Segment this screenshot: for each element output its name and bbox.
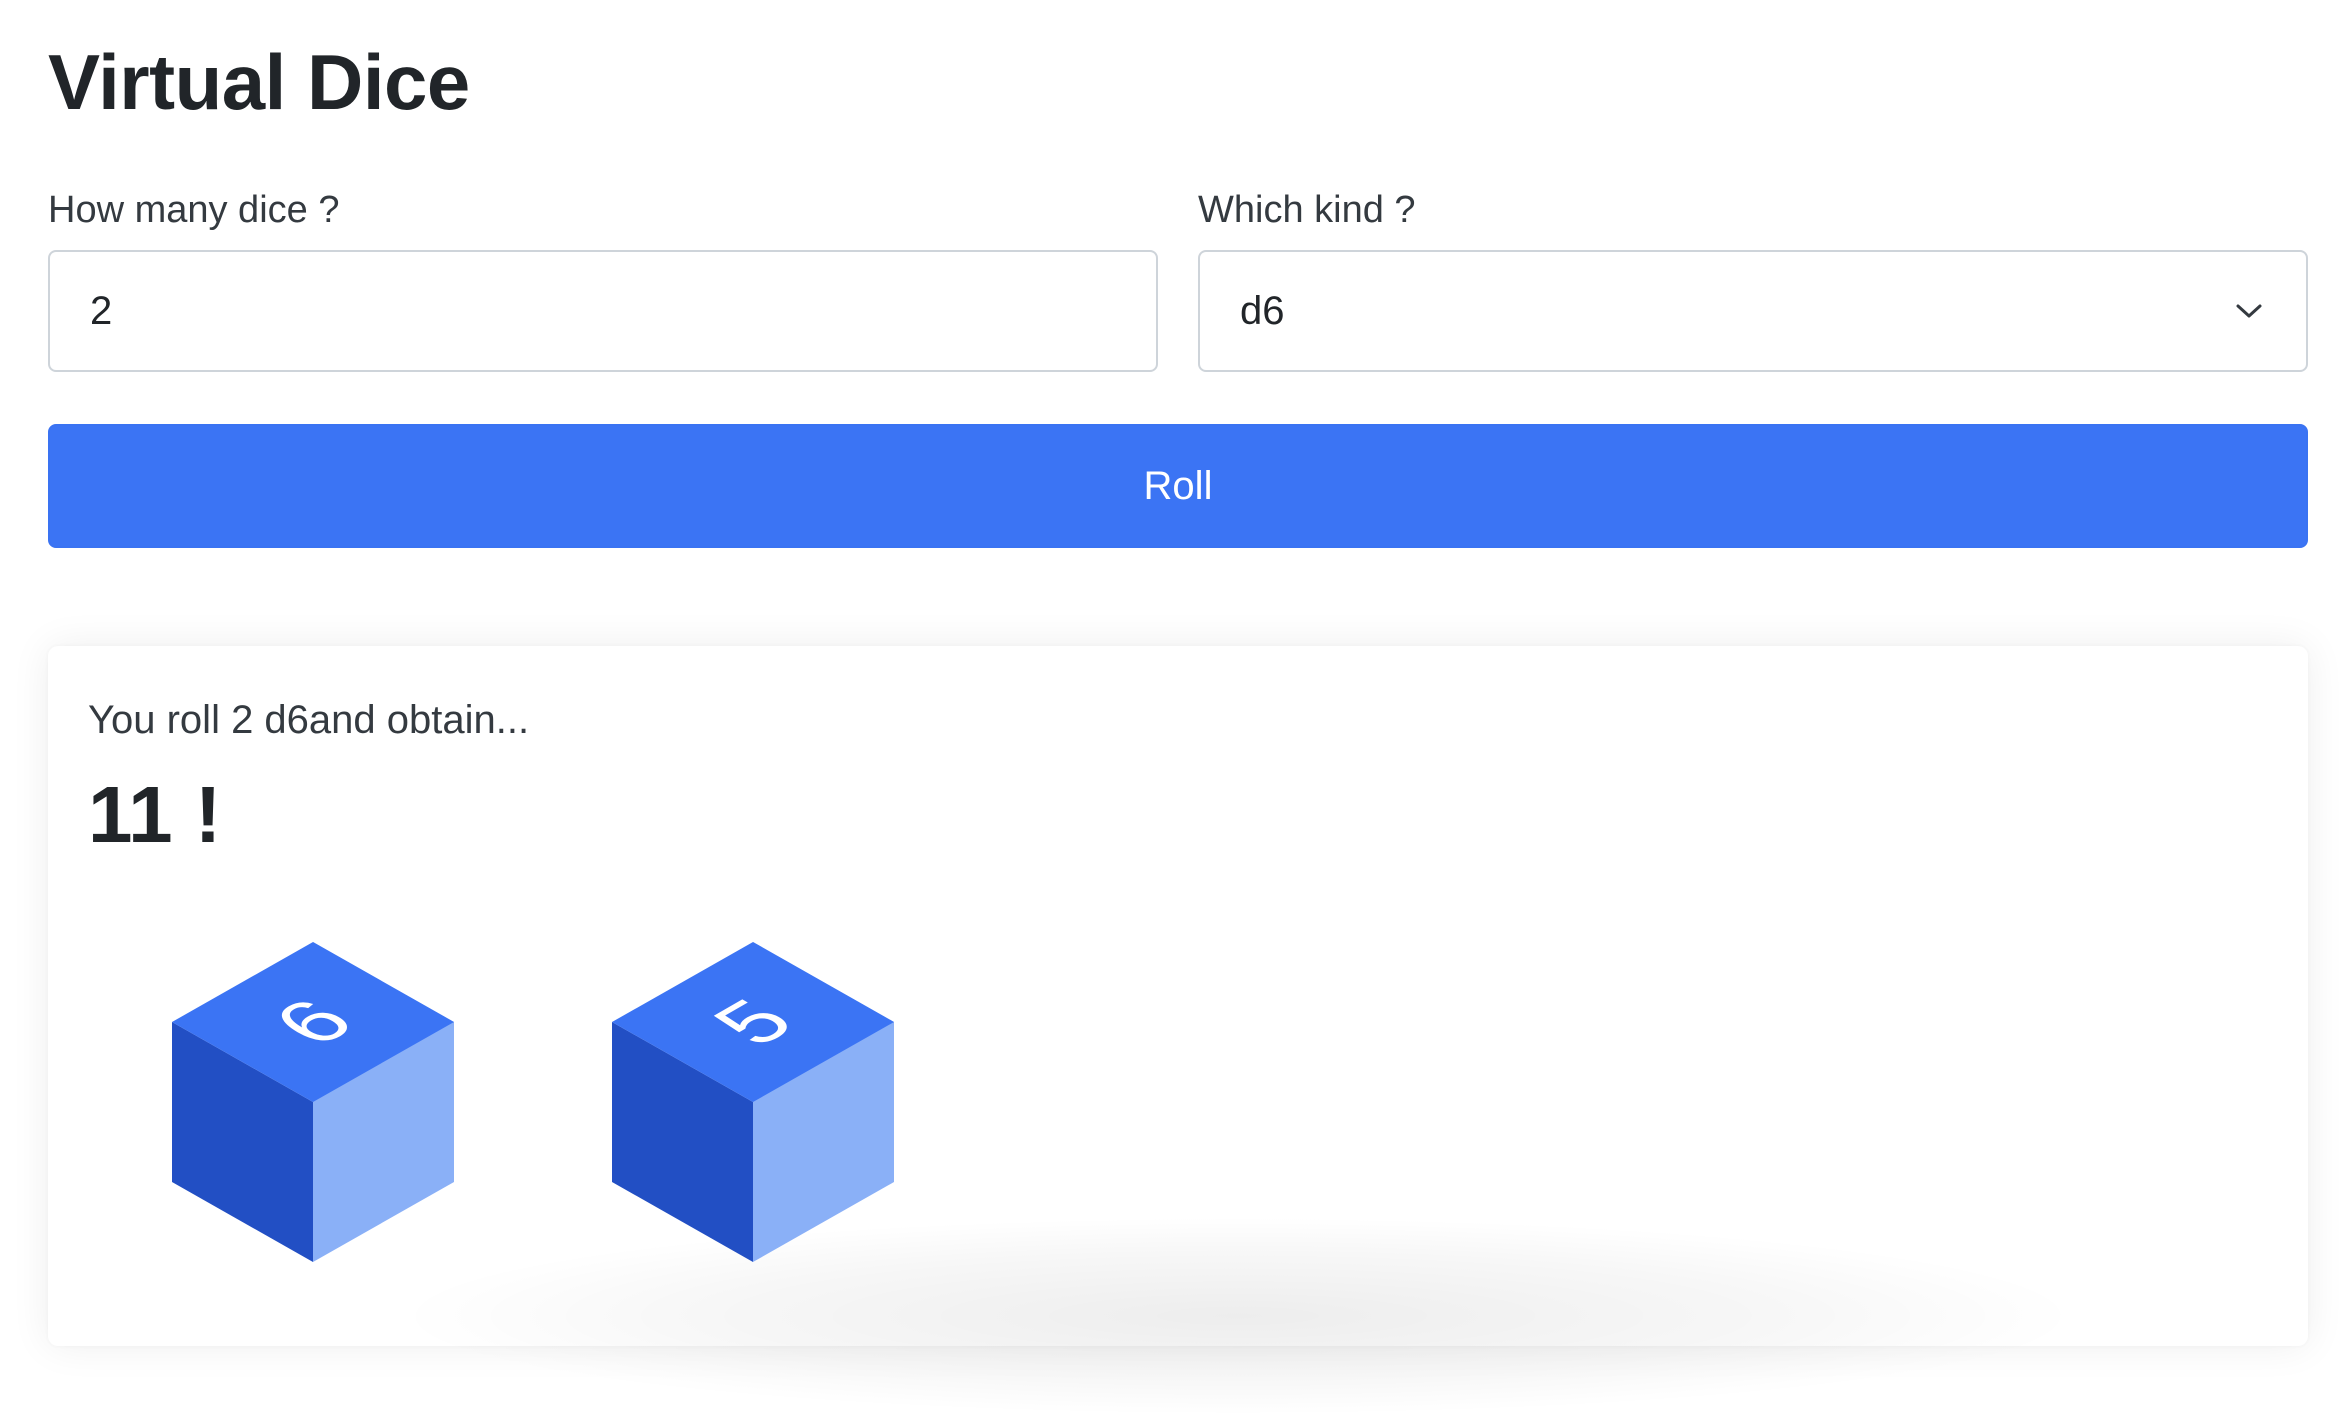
dice-count-input[interactable] xyxy=(48,250,1158,372)
result-card: You roll 2 d6and obtain... 11 ! 6 5 xyxy=(48,646,2308,1416)
chevron-down-icon xyxy=(2232,294,2266,328)
page-container: Virtual Dice How many dice ? Which kind … xyxy=(48,0,2308,1416)
die-cube-icon: 5 xyxy=(612,942,894,1262)
die: 6 xyxy=(172,942,454,1262)
dice-kind-select[interactable]: d6 xyxy=(1198,250,2308,372)
roll-button[interactable]: Roll xyxy=(48,424,2308,548)
die: 5 xyxy=(612,942,894,1262)
dice-row: 6 5 xyxy=(48,646,2308,1346)
dice-kind-label: Which kind ? xyxy=(1198,189,1416,231)
dice-count-label: How many dice ? xyxy=(48,189,340,231)
die-cube-icon: 6 xyxy=(172,942,454,1262)
dice-kind-value: d6 xyxy=(1240,288,1285,333)
page-title: Virtual Dice xyxy=(48,38,470,126)
